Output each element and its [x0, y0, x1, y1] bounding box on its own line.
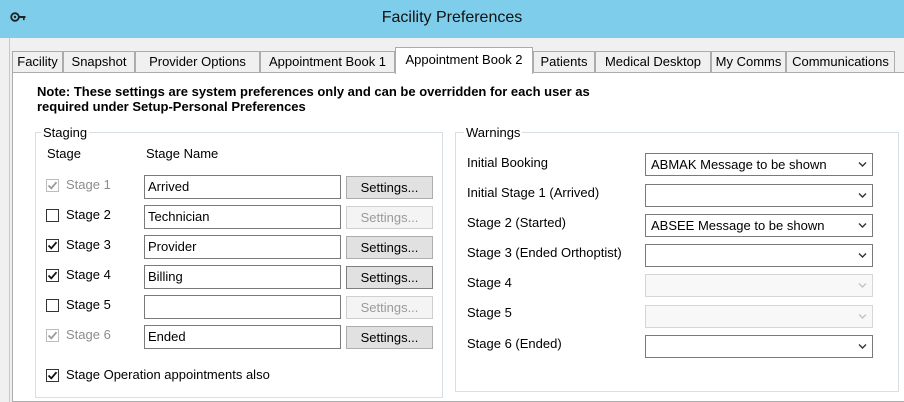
stage-3-checkbox[interactable]	[46, 239, 59, 252]
stage-5-checkbox[interactable]	[46, 299, 59, 312]
tab-medical-desktop[interactable]: Medical Desktop	[595, 51, 711, 73]
stage-6-checkbox[interactable]	[46, 329, 59, 342]
staging-group-title: Staging	[41, 125, 90, 140]
warning-initial-stage-1-select[interactable]	[645, 184, 873, 207]
system-preferences-note: Note: These settings are system preferen…	[37, 84, 590, 114]
stage-operation-checkbox[interactable]	[46, 369, 59, 382]
stage-2-checkbox[interactable]	[46, 209, 59, 222]
stage-2-label: Stage 2	[66, 207, 111, 222]
stage-3-label: Stage 3	[66, 237, 111, 252]
stage-3-name-field[interactable]: Provider	[144, 235, 341, 259]
stage-5-settings-button[interactable]: Settings...	[346, 296, 433, 319]
warning-stage-3-select[interactable]	[645, 244, 873, 267]
stage-1-label: Stage 1	[66, 177, 111, 192]
stage-2-settings-button[interactable]: Settings...	[346, 206, 433, 229]
chevron-down-icon	[858, 253, 867, 258]
stage-4-name-field[interactable]: Billing	[144, 265, 341, 289]
stage-2-name-field[interactable]: Technician	[144, 205, 341, 229]
warning-initial-booking-value: ABMAK Message to be shown	[651, 157, 827, 172]
warning-initial-stage-1-label: Initial Stage 1 (Arrived)	[467, 185, 600, 200]
stage-4-settings-button[interactable]: Settings...	[346, 266, 433, 289]
stage-column-header: Stage	[47, 146, 81, 161]
checkmark-icon	[47, 271, 58, 280]
warning-initial-booking-label: Initial Booking	[467, 155, 548, 170]
tab-provider-options[interactable]: Provider Options	[135, 51, 260, 73]
stage-operation-label: Stage Operation appointments also	[66, 367, 270, 382]
tab-facility[interactable]: Facility	[12, 51, 63, 73]
checkmark-icon	[47, 181, 58, 190]
stage-1-checkbox[interactable]	[46, 179, 59, 192]
title-bar: Facility Preferences	[0, 0, 904, 38]
tab-communications[interactable]: Communications	[786, 51, 895, 73]
warning-stage-5-select[interactable]	[645, 305, 873, 328]
stage-5-name-field[interactable]	[144, 295, 341, 319]
warning-stage-4-select[interactable]	[645, 274, 873, 297]
tab-appointment-book-2[interactable]: Appointment Book 2	[395, 47, 533, 74]
checkmark-icon	[47, 241, 58, 250]
warning-stage-2-label: Stage 2 (Started)	[467, 215, 566, 230]
tab-snapshot[interactable]: Snapshot	[63, 51, 135, 73]
stage-5-label: Stage 5	[66, 297, 111, 312]
window-title: Facility Preferences	[381, 9, 523, 26]
chevron-down-icon	[858, 193, 867, 198]
tab-appointment-book-1[interactable]: Appointment Book 1	[260, 51, 395, 73]
stage-name-column-header: Stage Name	[146, 146, 219, 161]
warning-stage-6-select[interactable]	[645, 335, 873, 358]
chevron-down-icon	[858, 314, 867, 319]
warning-initial-booking-select[interactable]: ABMAK Message to be shown	[645, 153, 873, 176]
warning-stage-4-label: Stage 4	[467, 275, 512, 290]
stage-4-checkbox[interactable]	[46, 269, 59, 282]
chevron-down-icon	[858, 223, 867, 228]
chevron-down-icon	[858, 162, 867, 167]
stage-1-name-field[interactable]: Arrived	[144, 175, 341, 199]
chevron-down-icon	[858, 344, 867, 349]
checkmark-icon	[47, 331, 58, 340]
stage-6-label: Stage 6	[66, 327, 111, 342]
checkmark-icon	[47, 371, 58, 380]
warning-stage-2-select[interactable]: ABSEE Message to be shown	[645, 214, 873, 237]
stage-4-label: Stage 4	[66, 267, 111, 282]
stage-1-settings-button[interactable]: Settings...	[346, 176, 433, 199]
warning-stage-5-label: Stage 5	[467, 305, 512, 320]
warning-stage-2-value: ABSEE Message to be shown	[651, 218, 825, 233]
stage-6-name-field[interactable]: Ended	[144, 325, 341, 349]
stage-6-settings-button[interactable]: Settings...	[346, 326, 433, 349]
tab-patients[interactable]: Patients	[533, 51, 595, 73]
warning-stage-3-label: Stage 3 (Ended Orthoptist)	[467, 245, 622, 260]
warnings-group-title: Warnings	[464, 125, 523, 140]
stage-3-settings-button[interactable]: Settings...	[346, 236, 433, 259]
tab-my-comms[interactable]: My Comms	[711, 51, 786, 73]
warning-stage-6-label: Stage 6 (Ended)	[467, 336, 562, 351]
chevron-down-icon	[858, 283, 867, 288]
